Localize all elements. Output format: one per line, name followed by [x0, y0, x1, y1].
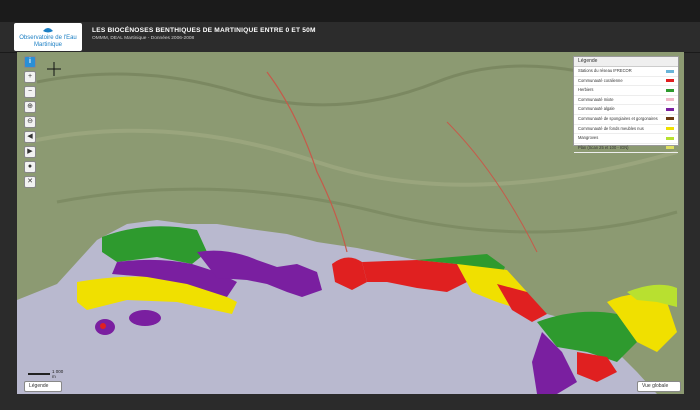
legend-item-label: Stations du réseau IFRECOR	[578, 68, 632, 73]
page-subtitle: OMMM, DEAL Martinique - Données 2006-200…	[92, 36, 195, 41]
observatoire-logo[interactable]: Observatoire de l'Eau Martinique	[14, 23, 82, 51]
legend-item: Communauté de fonds meubles nus	[574, 125, 678, 135]
legend-swatch	[666, 146, 674, 150]
legend-item-label: Communauté coralienne	[578, 77, 623, 83]
algae-islet-2	[129, 310, 161, 326]
legend-item-label: Communauté de spongiaires et gorgonaires	[578, 115, 658, 121]
map-toolbar: i + − ⊕ ⊖ ◀ ▶ ● ✕	[24, 56, 36, 191]
legend-heading[interactable]: Légende	[574, 57, 678, 67]
history-forward-icon[interactable]: ▶	[24, 146, 36, 158]
top-bar	[0, 0, 700, 22]
global-view-button[interactable]: Vue globale	[637, 381, 681, 392]
legend-item: Stations du réseau IFRECOR	[574, 67, 678, 77]
legend-item: Herbiers	[574, 86, 678, 96]
history-back-icon[interactable]: ◀	[24, 131, 36, 143]
legend-item: Mangroves	[574, 134, 678, 144]
legend-swatch	[666, 117, 674, 121]
zoom-out-icon[interactable]: −	[24, 86, 36, 98]
zoom-in-icon[interactable]: +	[24, 71, 36, 83]
scale-bar: 1 000 m	[28, 368, 68, 379]
app-header: Observatoire de l'Eau Martinique LES BIO…	[0, 22, 700, 53]
legend-swatch	[666, 127, 674, 131]
scale-label: 1 000 m	[52, 369, 64, 379]
legend-item-label: Communauté mixte	[578, 96, 614, 102]
legend-swatch	[666, 79, 674, 83]
legend-item-label: Communauté algale	[578, 106, 615, 112]
tools-icon[interactable]: ✕	[24, 176, 36, 188]
legend-item: Plan (Scan 25 et 100 - IGN)	[574, 144, 678, 154]
legend-item-label: Communauté de fonds meubles nus	[578, 125, 644, 131]
legend-item: Communauté mixte	[574, 96, 678, 106]
legend-swatch	[666, 107, 674, 111]
legend-button[interactable]: Légende	[24, 381, 62, 392]
legend-swatch	[666, 69, 674, 73]
zoom-box-icon[interactable]: ⊕	[24, 101, 36, 113]
legend-swatch	[666, 88, 674, 92]
logo-line-2: Martinique	[33, 42, 62, 48]
legend-panel: Légende Stations du réseau IFRECOR Commun…	[573, 56, 679, 154]
water-drop-icon	[43, 28, 53, 33]
legend-item: Communauté coralienne	[574, 77, 678, 87]
legend-item: Communauté algale	[574, 105, 678, 115]
logo-line-1: Observatoire de l'Eau	[19, 35, 77, 41]
legend-item: Communauté de spongiaires et gorgonaires	[574, 115, 678, 125]
info-icon[interactable]: i	[24, 56, 36, 68]
zoom-box-out-icon[interactable]: ⊖	[24, 116, 36, 128]
legend-swatch	[666, 98, 674, 102]
compass-icon	[47, 62, 61, 76]
legend-item-label: Herbiers	[578, 87, 594, 93]
legend-item-label: Plan (Scan 25 et 100 - IGN)	[578, 144, 629, 150]
locate-icon[interactable]: ●	[24, 161, 36, 173]
legend-swatch	[666, 136, 674, 140]
legend-item-label: Mangroves	[578, 135, 599, 141]
page-title: LES BIOCÉNOSES BENTHIQUES DE MARTINIQUE …	[92, 27, 316, 34]
